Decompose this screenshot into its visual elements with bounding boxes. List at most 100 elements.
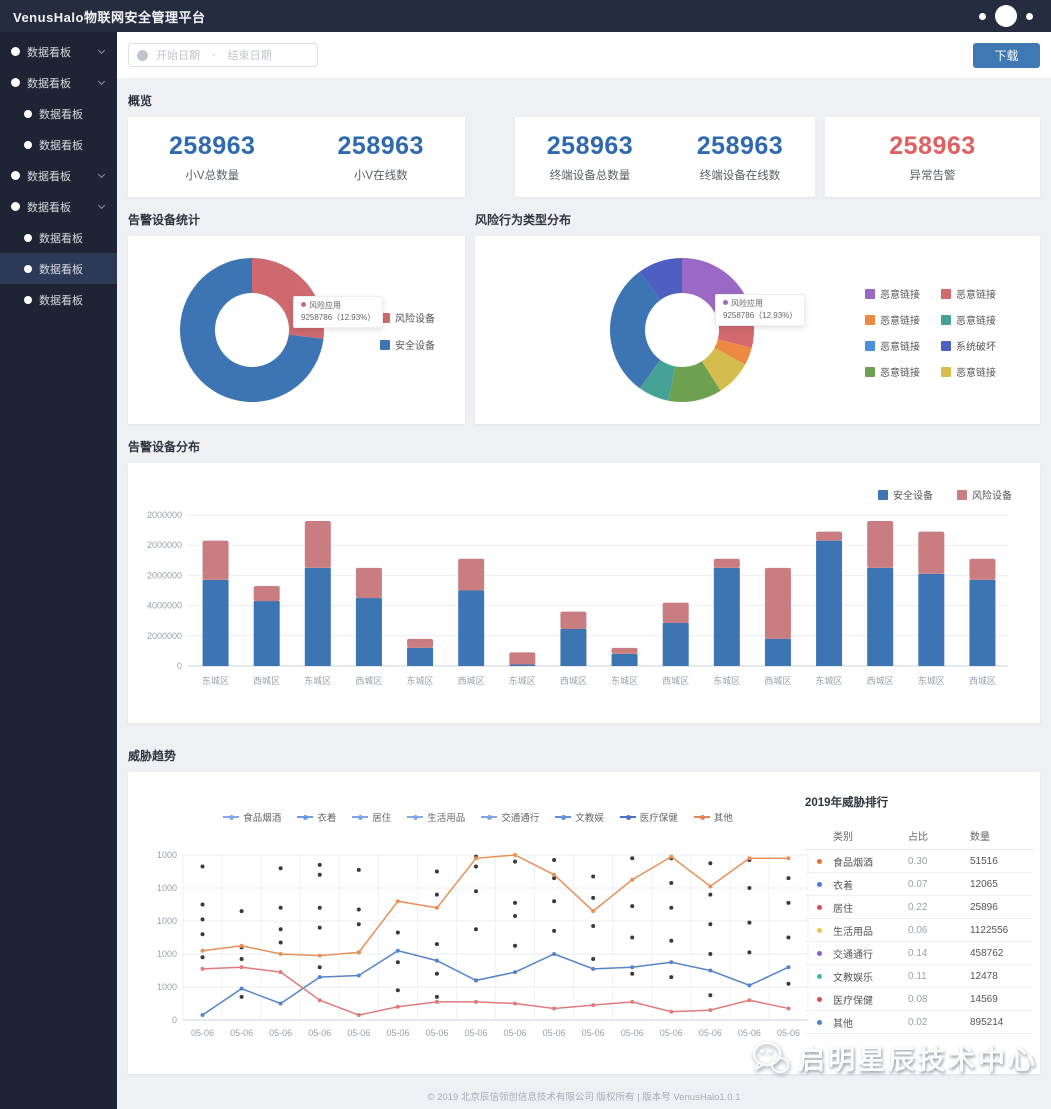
scatter-point[interactable] xyxy=(591,874,595,878)
bar-segment-safe[interactable] xyxy=(203,580,229,666)
data-point[interactable] xyxy=(201,949,205,953)
scatter-point[interactable] xyxy=(591,924,595,928)
data-point[interactable] xyxy=(513,970,517,974)
scatter-point[interactable] xyxy=(435,995,439,999)
data-point[interactable] xyxy=(747,983,751,987)
bar-segment-safe[interactable] xyxy=(765,639,791,666)
scatter-point[interactable] xyxy=(357,868,361,872)
data-point[interactable] xyxy=(669,855,673,859)
scatter-point[interactable] xyxy=(435,942,439,946)
data-point[interactable] xyxy=(474,1000,478,1004)
table-row[interactable]: 文教娱乐0.1112478 xyxy=(805,965,1033,988)
scatter-point[interactable] xyxy=(318,863,322,867)
scatter-point[interactable] xyxy=(552,929,556,933)
avatar[interactable] xyxy=(995,5,1017,27)
scatter-point[interactable] xyxy=(279,927,283,931)
scatter-point[interactable] xyxy=(396,960,400,964)
legend-item[interactable]: 恶意链接 xyxy=(865,312,941,327)
sidebar-item[interactable]: 数据看板 xyxy=(0,98,117,129)
scatter-point[interactable] xyxy=(435,870,439,874)
scatter-point[interactable] xyxy=(552,899,556,903)
scatter-point[interactable] xyxy=(474,927,478,931)
scatter-point[interactable] xyxy=(279,940,283,944)
legend-item[interactable]: 恶意链接 xyxy=(941,364,1017,379)
bar-segment-safe[interactable] xyxy=(867,568,893,666)
scatter-point[interactable] xyxy=(201,932,205,936)
table-row[interactable]: 其他0.02895214 xyxy=(805,1011,1033,1034)
scatter-point[interactable] xyxy=(669,975,673,979)
data-point[interactable] xyxy=(240,987,244,991)
scatter-point[interactable] xyxy=(747,921,751,925)
bar-segment-risk[interactable] xyxy=(203,541,229,580)
legend-item[interactable]: 系统破坏 xyxy=(941,338,1017,353)
scatter-point[interactable] xyxy=(630,904,634,908)
data-point[interactable] xyxy=(786,965,790,969)
legend-item[interactable]: 居住 xyxy=(352,810,391,824)
table-row[interactable]: 衣着0.0712065 xyxy=(805,873,1033,896)
bar-segment-safe[interactable] xyxy=(509,664,535,666)
scatter-point[interactable] xyxy=(669,939,673,943)
scatter-point[interactable] xyxy=(786,876,790,880)
bar-segment-safe[interactable] xyxy=(560,629,586,666)
scatter-point[interactable] xyxy=(786,982,790,986)
scatter-point[interactable] xyxy=(357,922,361,926)
scatter-point[interactable] xyxy=(630,856,634,860)
legend-item[interactable]: 交通通行 xyxy=(481,810,539,824)
bar-segment-safe[interactable] xyxy=(816,541,842,666)
scatter-point[interactable] xyxy=(201,903,205,907)
table-row[interactable]: 生活用品0.061122556 xyxy=(805,919,1033,942)
data-point[interactable] xyxy=(669,960,673,964)
data-point[interactable] xyxy=(747,856,751,860)
scatter-point[interactable] xyxy=(513,914,517,918)
scatter-point[interactable] xyxy=(513,944,517,948)
bar-segment-safe[interactable] xyxy=(254,601,280,666)
data-point[interactable] xyxy=(318,975,322,979)
data-point[interactable] xyxy=(279,952,283,956)
bar-segment-safe[interactable] xyxy=(663,623,689,666)
legend-item[interactable]: 风险设备 xyxy=(380,310,435,325)
bar-segment-safe[interactable] xyxy=(305,568,331,666)
scatter-point[interactable] xyxy=(669,881,673,885)
bar-segment-risk[interactable] xyxy=(254,586,280,601)
scatter-point[interactable] xyxy=(318,926,322,930)
bar-segment-risk[interactable] xyxy=(663,603,689,623)
scatter-point[interactable] xyxy=(240,957,244,961)
table-row[interactable]: 医疗保健0.0814569 xyxy=(805,988,1033,1011)
scatter-point[interactable] xyxy=(474,889,478,893)
legend-item[interactable]: 恶意链接 xyxy=(865,364,941,379)
data-point[interactable] xyxy=(435,906,439,910)
sidebar-item[interactable]: 数据看板 xyxy=(0,67,117,98)
bar-segment-risk[interactable] xyxy=(356,568,382,598)
table-row[interactable]: 居住0.2225896 xyxy=(805,896,1033,919)
bar-segment-risk[interactable] xyxy=(407,639,433,648)
legend-item[interactable]: 食品烟酒 xyxy=(223,810,281,824)
scatter-point[interactable] xyxy=(396,988,400,992)
bar-segment-safe[interactable] xyxy=(458,591,484,667)
scatter-point[interactable] xyxy=(708,893,712,897)
data-point[interactable] xyxy=(396,1005,400,1009)
data-point[interactable] xyxy=(747,998,751,1002)
bar-segment-risk[interactable] xyxy=(560,612,586,629)
data-point[interactable] xyxy=(279,1002,283,1006)
scatter-point[interactable] xyxy=(630,936,634,940)
data-point[interactable] xyxy=(552,1006,556,1010)
data-point[interactable] xyxy=(708,969,712,973)
scatter-point[interactable] xyxy=(435,972,439,976)
bar-segment-risk[interactable] xyxy=(918,532,944,574)
bar-segment-risk[interactable] xyxy=(969,559,995,580)
scatter-point[interactable] xyxy=(786,936,790,940)
scatter-point[interactable] xyxy=(357,907,361,911)
data-point[interactable] xyxy=(513,853,517,857)
data-point[interactable] xyxy=(435,1000,439,1004)
scatter-point[interactable] xyxy=(279,866,283,870)
legend-item[interactable]: 恶意链接 xyxy=(865,286,941,301)
scatter-point[interactable] xyxy=(474,865,478,869)
scatter-point[interactable] xyxy=(630,972,634,976)
data-point[interactable] xyxy=(591,909,595,913)
legend-item[interactable]: 衣着 xyxy=(297,810,336,824)
table-row[interactable]: 交通通行0.14458762 xyxy=(805,942,1033,965)
data-point[interactable] xyxy=(786,856,790,860)
legend-item[interactable]: 恶意链接 xyxy=(941,286,1017,301)
legend-item[interactable]: 安全设备 xyxy=(878,487,933,502)
sidebar-item[interactable]: 数据看板 xyxy=(0,129,117,160)
